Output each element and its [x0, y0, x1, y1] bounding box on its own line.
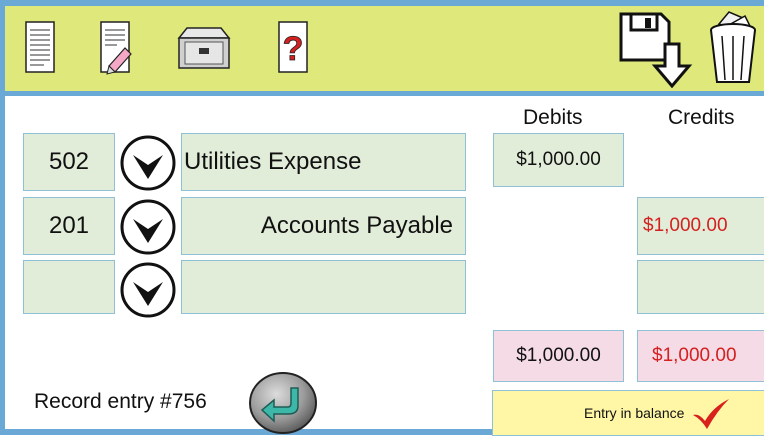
account-name-field[interactable]: Utilities Expense	[181, 133, 466, 191]
account-number-field[interactable]	[23, 260, 115, 314]
edit-document-icon[interactable]	[95, 18, 135, 76]
credit-amount-field[interactable]: $1,000.00	[637, 197, 764, 255]
chevron-down-icon[interactable]	[120, 135, 176, 191]
status-text: Entry in balance	[584, 405, 685, 421]
debits-header: Debits	[523, 106, 583, 129]
status-box: Entry in balance	[492, 390, 764, 436]
record-entry-button[interactable]	[248, 370, 318, 434]
chevron-down-icon[interactable]	[120, 199, 176, 255]
credit-amount-field[interactable]	[637, 260, 764, 314]
new-document-icon[interactable]	[20, 18, 60, 76]
credit-total: $1,000.00	[637, 330, 764, 382]
credits-header: Credits	[668, 106, 735, 129]
save-icon[interactable]	[617, 10, 693, 88]
record-entry-label: Record entry #756	[34, 390, 207, 413]
debit-amount-field[interactable]: $1,000.00	[493, 133, 624, 187]
account-number-field[interactable]: 502	[23, 133, 115, 191]
debit-total: $1,000.00	[493, 330, 624, 382]
checkmark-icon	[693, 399, 729, 429]
chevron-down-icon[interactable]	[120, 262, 176, 318]
help-glyph: ?	[283, 30, 304, 68]
toolbar: ?	[5, 6, 764, 96]
file-cabinet-icon[interactable]	[175, 24, 233, 72]
help-icon[interactable]: ?	[273, 18, 313, 76]
account-number-field[interactable]: 201	[23, 197, 115, 255]
trash-icon[interactable]	[705, 8, 761, 88]
account-name-field[interactable]: Accounts Payable	[181, 197, 466, 255]
account-name-field[interactable]	[181, 260, 466, 314]
